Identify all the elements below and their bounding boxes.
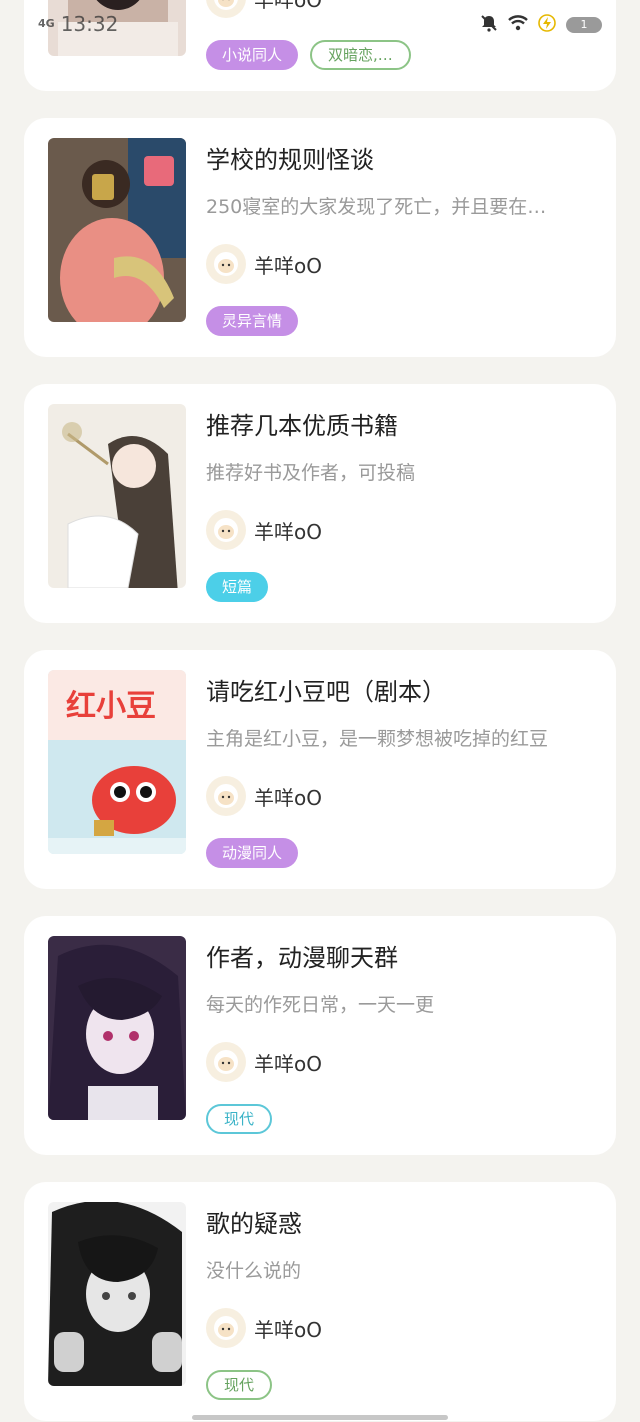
sheep-avatar-icon[interactable] — [206, 1042, 246, 1082]
tag[interactable]: 双暗恋,… — [310, 40, 411, 70]
tag[interactable]: 短篇 — [206, 572, 269, 602]
cover-image[interactable] — [48, 1202, 186, 1386]
author-row[interactable]: 羊咩oO — [206, 0, 322, 18]
sheep-avatar-icon[interactable] — [206, 776, 246, 816]
post-description: 每天的作死日常，一天一更 — [206, 994, 435, 1016]
author-row[interactable]: 羊咩oO — [206, 776, 322, 816]
cover-image[interactable] — [48, 404, 186, 588]
author-name: 羊咩oO — [254, 785, 322, 810]
cover-image[interactable]: 红小豆 — [48, 670, 186, 854]
tag-list: 动漫同人 — [206, 838, 299, 868]
author-name: 羊咩oO — [254, 519, 322, 544]
sheep-avatar-icon[interactable] — [206, 1308, 246, 1348]
post-description: 主角是红小豆，是一颗梦想被吃掉的红豆 — [206, 728, 549, 750]
post-card[interactable]: 红小豆 请吃红小豆吧（剧本） 主角是红小豆，是一颗梦想被吃掉的红豆 羊咩oO 动… — [24, 650, 616, 889]
cover-image[interactable] — [48, 138, 186, 322]
svg-text:红小豆: 红小豆 — [66, 689, 156, 724]
tag-list: 现代 — [206, 1104, 273, 1134]
tag-list: 小说同人 双暗恋,… — [206, 40, 411, 70]
tag-list: 短篇 — [206, 572, 269, 602]
tag[interactable]: 小说同人 — [206, 40, 299, 70]
sheep-avatar-icon[interactable] — [206, 0, 246, 18]
post-card[interactable]: 推荐几本优质书籍 推荐好书及作者，可投稿 羊咩oO 短篇 — [24, 384, 616, 623]
author-row[interactable]: 羊咩oO — [206, 510, 322, 550]
post-description: 没什么说的 — [206, 1260, 302, 1282]
cover-image[interactable] — [48, 936, 186, 1120]
author-row[interactable]: 羊咩oO — [206, 244, 322, 284]
cover-image[interactable] — [48, 0, 186, 56]
post-title: 歌的疑惑 — [206, 1210, 302, 1238]
post-card[interactable]: 学校的规则怪谈 250寝室的大家发现了死亡，并且要在… 羊咩oO 灵异言情 — [24, 118, 616, 357]
author-row[interactable]: 羊咩oO — [206, 1308, 322, 1348]
post-title: 请吃红小豆吧（剧本） — [206, 678, 446, 706]
sheep-avatar-icon[interactable] — [206, 244, 246, 284]
sheep-avatar-icon[interactable] — [206, 510, 246, 550]
post-card[interactable]: 作者，动漫聊天群 每天的作死日常，一天一更 羊咩oO 现代 — [24, 916, 616, 1155]
post-description: 推荐好书及作者，可投稿 — [206, 462, 416, 484]
tag[interactable]: 现代 — [206, 1104, 273, 1134]
tag-list: 现代 — [206, 1370, 273, 1400]
post-title: 学校的规则怪谈 — [206, 146, 374, 174]
home-indicator[interactable] — [192, 1415, 448, 1420]
post-card[interactable]: 歌的疑惑 没什么说的 羊咩oO 现代 — [24, 1182, 616, 1421]
post-title: 作者，动漫聊天群 — [206, 944, 398, 972]
tag[interactable]: 动漫同人 — [206, 838, 299, 868]
author-name: 羊咩oO — [254, 1051, 322, 1076]
tag[interactable]: 灵异言情 — [206, 306, 299, 336]
tag-list: 灵异言情 — [206, 306, 299, 336]
author-row[interactable]: 羊咩oO — [206, 1042, 322, 1082]
post-description: 250寝室的大家发现了死亡，并且要在… — [206, 196, 547, 218]
tag[interactable]: 现代 — [206, 1370, 273, 1400]
author-name: 羊咩oO — [254, 0, 322, 13]
author-name: 羊咩oO — [254, 1317, 322, 1342]
post-card[interactable]: 羊咩oO 小说同人 双暗恋,… — [24, 0, 616, 91]
author-name: 羊咩oO — [254, 253, 322, 278]
post-title: 推荐几本优质书籍 — [206, 412, 398, 440]
